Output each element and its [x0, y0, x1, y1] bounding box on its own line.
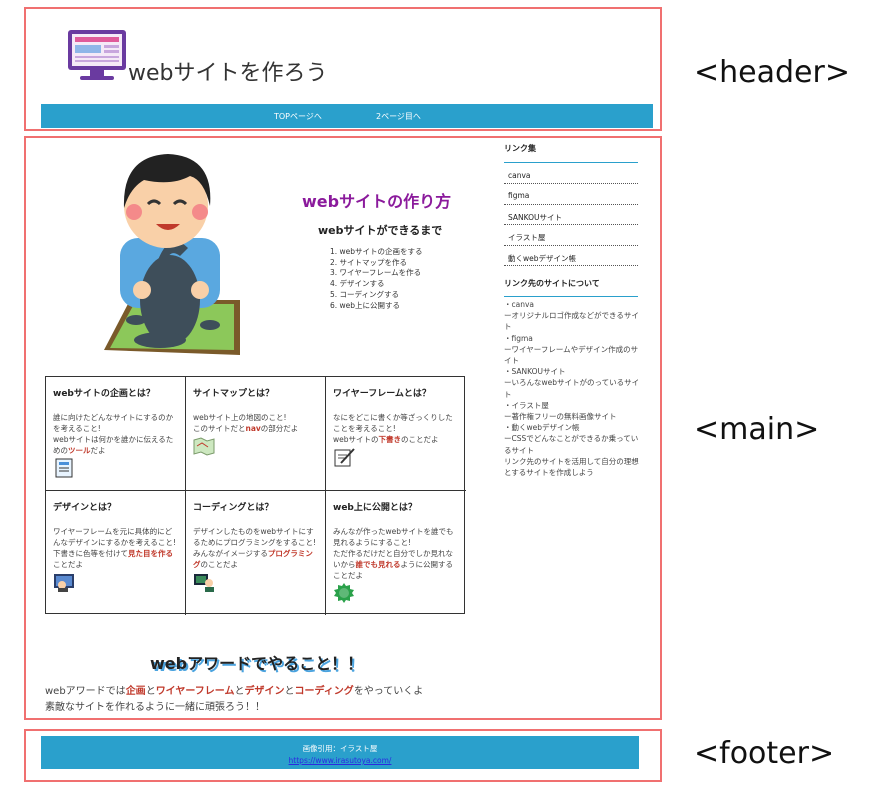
footer-credit: 画像引用：イラスト屋 [302, 744, 378, 753]
card-title: webサイトの企画とは？ [53, 389, 155, 399]
link-canva[interactable]: canva [504, 164, 638, 185]
step-item: 3. ワイヤーフレームを作る [330, 268, 422, 278]
document-icon [55, 458, 73, 478]
links-divider [504, 162, 638, 163]
about-line: ・動くwebデザイン帳 [504, 423, 580, 433]
card-text: なにをどこに書くか等ざっくりしたことを考えること! webサイトの下書きのことだよ [333, 413, 453, 444]
card-planning: webサイトの企画とは？ 誰に向けたどんなサイトにするのかを考えること! webサ… [46, 377, 186, 491]
steps-list: 1. webサイトの企画をする 2. サイトマップを作る 3. ワイヤーフレーム… [330, 247, 423, 311]
nav-link-page2[interactable]: 2ページ目へ [376, 111, 421, 122]
about-divider [504, 296, 638, 297]
card-text: ワイヤーフレームを元に具体的にどんなデザインにするかを考えること! 下書きに色等を… [53, 527, 176, 569]
step-item: 4. デザインする [330, 279, 385, 289]
step-item: 6. web上に公開する [330, 300, 401, 310]
boy-making-dinosaur-illustration [104, 154, 240, 355]
card-text: みんなが作ったwebサイトを誰でも見れるようにすること! ただ作るだけだと自分でし… [333, 527, 454, 580]
footer-source-link[interactable]: https://www.irasutoya.com/ [41, 756, 639, 765]
card-text: デザインしたものをwebサイトにするためにプログラミングをすること! みんながイメ… [193, 527, 317, 569]
card-sitemap: サイトマップとは？ webサイト上の地図のこと! このサイトだとnavの部分だよ [186, 377, 326, 491]
about-line: ・figma [504, 333, 533, 343]
about-heading: リンク先のサイトについて [504, 279, 600, 288]
step-item: 5. コーディングする [330, 289, 400, 299]
designer-icon [54, 574, 74, 592]
header-tag-label: <header> [694, 55, 850, 90]
pen-paper-icon [334, 448, 355, 467]
link-figma[interactable]: figma [504, 184, 638, 205]
computer-screen-icon [68, 30, 126, 80]
card-coding: コーディングとは？ デザインしたものをwebサイトにするためにプログラミングをす… [186, 491, 326, 615]
about-line: ーオリジナルロゴ作成などができるサイト [504, 311, 639, 332]
about-line: リンク先のサイトを活用して自分の理想とするサイトを作成しよう [504, 456, 639, 478]
link-ugoku-web-design[interactable]: 動くwebデザイン帳 [504, 246, 638, 266]
map-icon [193, 437, 215, 456]
footer-tag-label: <footer> [694, 736, 835, 771]
process-grid: webサイトの企画とは？ 誰に向けたどんなサイトにするのかを考えること! webサ… [45, 376, 466, 615]
about-line: ・canva [504, 300, 535, 309]
about-line: ーワイヤーフレームやデザイン作成のサイト [504, 344, 639, 366]
about-text: ・canva ーオリジナルロゴ作成などができるサイト ・figma ーワイヤーフ… [504, 299, 642, 478]
card-title: ワイヤーフレームとは？ [333, 389, 431, 399]
links-list: canva figma SANKOUサイト イラスト屋 動くwebデザイン帳 [504, 164, 638, 266]
publish-badge-icon [334, 583, 354, 603]
main-tag-label: <main> [694, 412, 820, 447]
step-item: 1. webサイトの企画をする [330, 247, 423, 256]
about-line: ーCSSでどんなことができるか乗っているサイト [504, 434, 639, 455]
award-text: webアワードでは企画とワイヤーフレームとデザインとコーディングをやっていくよ素… [45, 686, 424, 713]
about-line: ー著作権フリーの無料画像サイト [504, 412, 617, 422]
footer-bar: 画像引用：イラスト屋 https://www.irasutoya.com/ [41, 736, 639, 769]
card-title: サイトマップとは？ [193, 389, 275, 399]
card-title: コーディングとは？ [193, 503, 274, 513]
about-line: ・イラスト屋 [504, 400, 549, 410]
site-title: webサイトを作ろう [128, 61, 328, 86]
about-line: ・SANKOUサイト [504, 367, 566, 377]
card-text: 誰に向けたどんなサイトにするのかを考えること! webサイトは何かを誰かに伝えるた… [53, 413, 174, 455]
card-design: デザインとは？ ワイヤーフレームを元に具体的にどんなデザインにするかを考えること… [46, 491, 186, 615]
card-publish: web上に公開とは？ みんなが作ったwebサイトを誰でも見れるようにすること! た… [326, 491, 466, 615]
step-item: 2. サイトマップを作る [330, 257, 408, 267]
card-title: web上に公開とは？ [333, 503, 417, 513]
card-title: デザインとは？ [53, 503, 117, 513]
hero-subtitle: webサイトができるまで [318, 224, 443, 237]
hero-title: webサイトの作り方 [302, 192, 452, 211]
link-sankou[interactable]: SANKOUサイト [504, 205, 638, 226]
link-irasutoya[interactable]: イラスト屋 [504, 225, 638, 246]
global-nav: TOPページへ 2ページ目へ [41, 104, 653, 128]
card-text: webサイト上の地図のこと! このサイトだとnavの部分だよ [193, 413, 299, 433]
links-heading: リンク集 [504, 144, 536, 153]
award-title: webアワードでやること！！ [150, 654, 364, 673]
card-wireframe: ワイヤーフレームとは？ なにをどこに書くか等ざっくりしたことを考えること! web… [326, 377, 466, 491]
programmer-icon [194, 574, 214, 592]
nav-link-top[interactable]: TOPページへ [274, 111, 322, 122]
about-line: ーいろんなwebサイトがのっているサイト [504, 378, 640, 399]
